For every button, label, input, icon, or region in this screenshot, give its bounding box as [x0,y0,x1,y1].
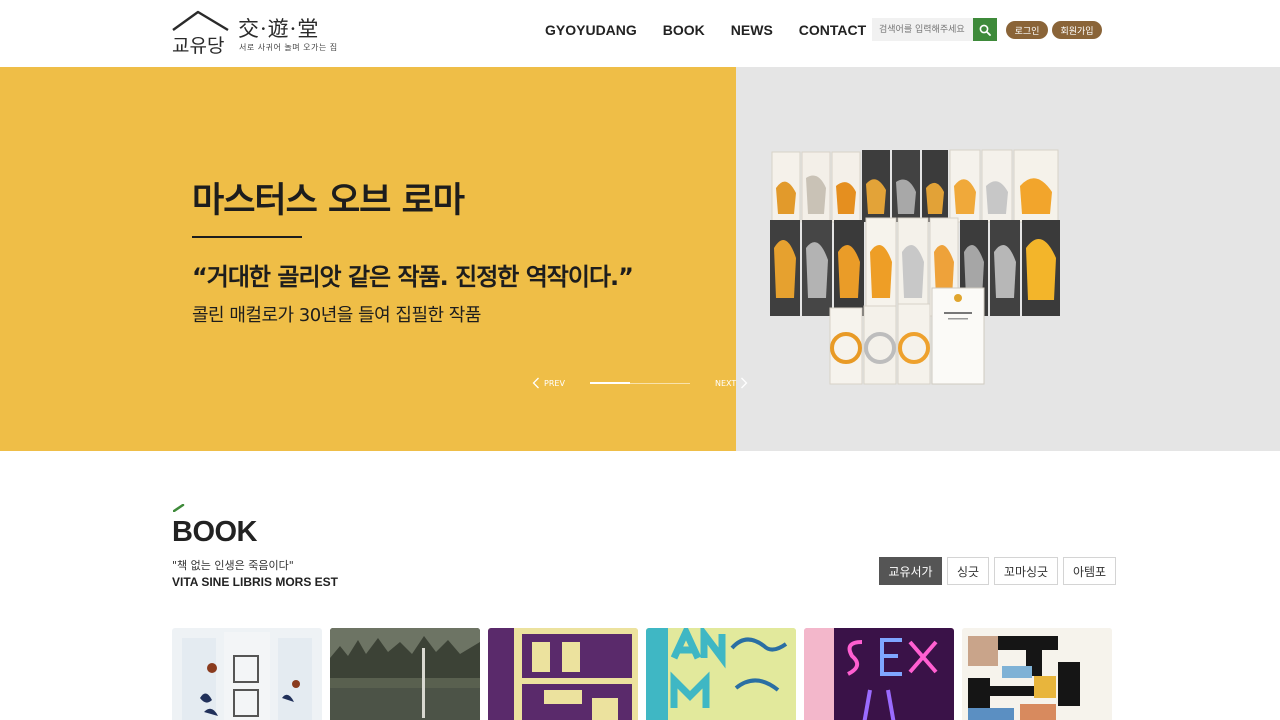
book-cover-6[interactable] [962,628,1112,720]
tab-gyoyuseoga[interactable]: 교유서가 [879,557,942,585]
nav-gyoyudang[interactable]: GYOYUDANG [545,22,637,38]
section-accent-mark [173,504,185,512]
main-nav: GYOYUDANG BOOK NEWS CONTACT [545,22,866,38]
site-logo[interactable]: 교유당 交·遊·堂 서로 사귀어 놀며 오가는 집 [170,8,350,58]
slider-next-button[interactable]: NEXT [715,377,748,389]
publisher-tabs: 교유서가 싱긋 꼬마싱긋 아템포 [879,557,1116,585]
tab-kkoma-singgeut[interactable]: 꼬마싱긋 [994,557,1058,585]
logo-hanja: 交·遊·堂 [238,17,320,41]
hero-quote: “거대한 골리앗 같은 작품. 진정한 역작이다.” [192,263,634,291]
hero-divider [192,236,302,238]
chevron-left-icon [532,377,539,389]
slider-prev-label: PREV [544,378,565,388]
logo-tagline: 서로 사귀어 놀며 오가는 집 [239,43,338,52]
slider-progress-fill [590,382,630,384]
slider-next-label: NEXT [715,378,737,388]
book-cover-4[interactable] [646,628,796,720]
hero-title: 마스터스 오브 로마 [192,181,465,221]
login-button[interactable]: 로그인 [1006,21,1048,39]
nav-book[interactable]: BOOK [663,22,705,38]
search-box [872,18,997,41]
book-cover-list [172,628,1112,720]
search-icon [979,24,991,36]
nav-news[interactable]: NEWS [731,22,773,38]
book-cover-1[interactable] [172,628,322,720]
logo-text: 교유당 [172,35,224,56]
search-input[interactable] [872,18,974,41]
book-cover-3[interactable] [488,628,638,720]
book-set-image [770,149,1060,385]
book-section-latin: VITA SINE LIBRIS MORS EST [172,575,339,589]
chevron-right-icon [741,377,748,389]
hero-subtitle: 콜린 매컬로가 30년을 들여 집필한 작품 [192,305,481,326]
signup-button[interactable]: 회원가입 [1052,21,1102,39]
search-button[interactable] [973,18,997,41]
book-section-quote: "책 없는 인생은 죽음이다" [172,559,294,572]
logo-house-icon: 교유당 [172,10,229,56]
book-section-title: BOOK [172,516,258,548]
nav-contact[interactable]: CONTACT [799,22,866,38]
site-header: 교유당 交·遊·堂 서로 사귀어 놀며 오가는 집 GYOYUDANG BOOK… [0,0,1280,67]
slider-prev-button[interactable]: PREV [532,377,565,389]
tab-atempo[interactable]: 아템포 [1063,557,1116,585]
book-cover-5[interactable] [804,628,954,720]
book-cover-2[interactable] [330,628,480,720]
tab-singgeut[interactable]: 싱긋 [947,557,989,585]
